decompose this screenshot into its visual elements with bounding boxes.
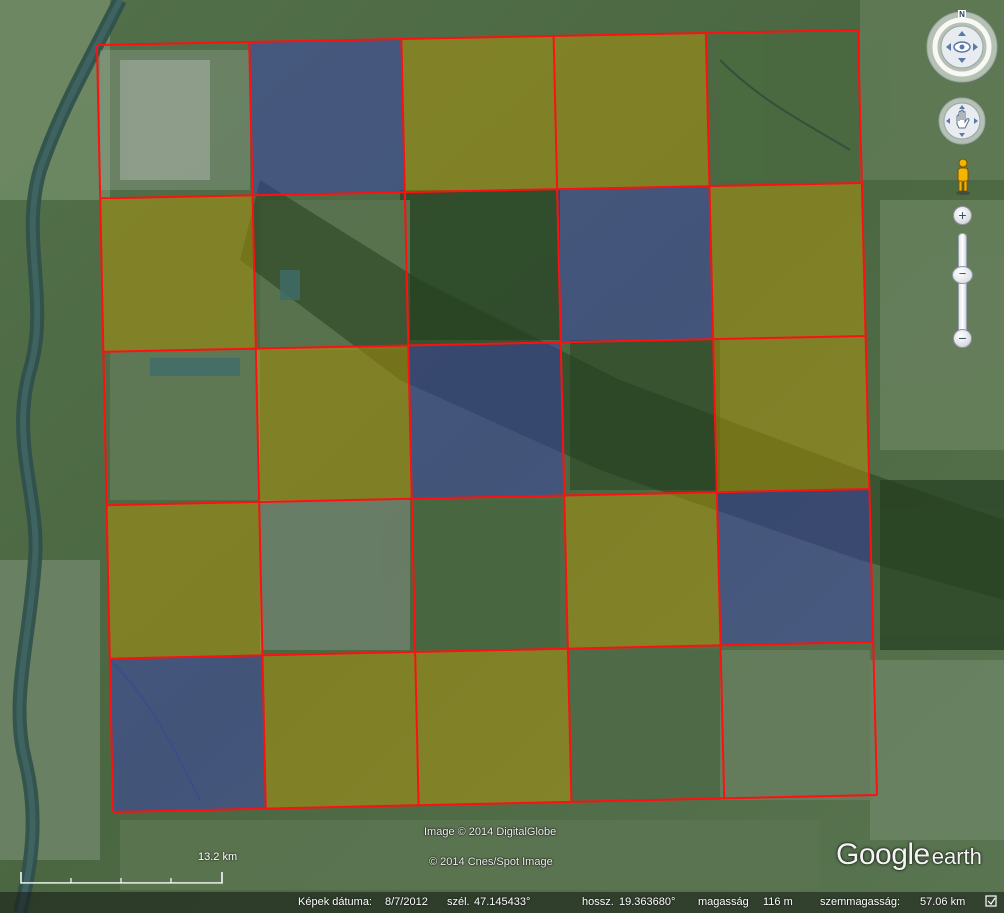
grid-cell-none bbox=[405, 189, 561, 345]
elevation-label: magasság bbox=[698, 896, 749, 908]
grid-cell-blue bbox=[408, 342, 565, 499]
zoom-slider-thumb[interactable]: − bbox=[952, 266, 973, 284]
longitude-label: hossz. bbox=[582, 896, 614, 908]
grid-cell-none bbox=[568, 645, 724, 801]
north-indicator: N bbox=[959, 10, 965, 19]
scale-ruler bbox=[20, 872, 223, 885]
grid-cell-none bbox=[97, 42, 253, 198]
grid-cell-none bbox=[103, 349, 259, 506]
scale-bar: 13.2 km bbox=[20, 851, 237, 885]
grid-cell-none bbox=[253, 192, 409, 348]
grid-cell-yellow bbox=[255, 345, 412, 502]
grid-cell-yellow bbox=[415, 648, 572, 806]
grid-cell-yellow bbox=[262, 651, 419, 809]
pegman-icon[interactable] bbox=[954, 158, 972, 196]
grid-cell-blue bbox=[557, 186, 714, 343]
eye-altitude-label: szemmagasság: bbox=[820, 896, 901, 908]
status-indicator-icon bbox=[985, 895, 997, 910]
elevation-value: 116 m bbox=[763, 896, 793, 908]
imagery-attribution-2: © 2014 Cnes/Spot Image bbox=[429, 856, 553, 868]
scale-label: 13.2 km bbox=[198, 851, 238, 863]
latitude-value: 47.145433° bbox=[474, 896, 531, 908]
grid-cell-none bbox=[721, 642, 877, 798]
grid-cells bbox=[97, 30, 877, 812]
zoom-slider-track[interactable] bbox=[958, 233, 967, 335]
imagery-date-value: 8/7/2012 bbox=[385, 896, 428, 908]
grid-cell-blue bbox=[716, 489, 874, 646]
grid-cell-none bbox=[259, 499, 415, 656]
grid-cell-blue bbox=[109, 655, 266, 812]
navigation-controls[interactable]: N + − − bbox=[920, 8, 1004, 358]
latitude-label: szél. bbox=[447, 896, 470, 908]
google-earth-logo: Googleearth bbox=[836, 838, 982, 872]
grid-cell-yellow bbox=[553, 33, 710, 190]
compass-control[interactable]: N bbox=[925, 9, 999, 84]
eye-altitude-value: 57.06 km bbox=[920, 896, 966, 908]
grid-cell-yellow bbox=[106, 501, 263, 659]
move-control[interactable] bbox=[938, 97, 986, 145]
grid-cell-none bbox=[412, 495, 568, 651]
grid-cell-yellow bbox=[401, 36, 558, 193]
zoom-out-button[interactable]: − bbox=[953, 329, 972, 348]
grid-cell-none bbox=[561, 339, 717, 495]
imagery-attribution: Image © 2014 DigitalGlobe bbox=[424, 826, 557, 838]
google-earth-logo-main: Google bbox=[836, 838, 930, 871]
zoom-in-button[interactable]: + bbox=[953, 206, 972, 225]
imagery-date-label: Képek dátuma: bbox=[298, 896, 372, 908]
status-bar: Képek dátuma: 8/7/2012 szél. 47.145433° … bbox=[0, 892, 1004, 913]
grid-cell-yellow bbox=[100, 195, 256, 352]
satellite-imagery bbox=[0, 0, 1004, 913]
grid-cell-yellow bbox=[709, 183, 866, 340]
grid-cell-blue bbox=[249, 39, 405, 196]
grid-cell-yellow bbox=[713, 336, 870, 493]
longitude-value: 19.363680° bbox=[619, 896, 676, 908]
grid-cell-yellow bbox=[564, 492, 721, 649]
grid-cell-none bbox=[706, 30, 862, 186]
map-viewport[interactable]: Image © 2014 DigitalGlobe © 2014 Cnes/Sp… bbox=[0, 0, 1004, 913]
google-earth-logo-sub: earth bbox=[931, 844, 982, 869]
